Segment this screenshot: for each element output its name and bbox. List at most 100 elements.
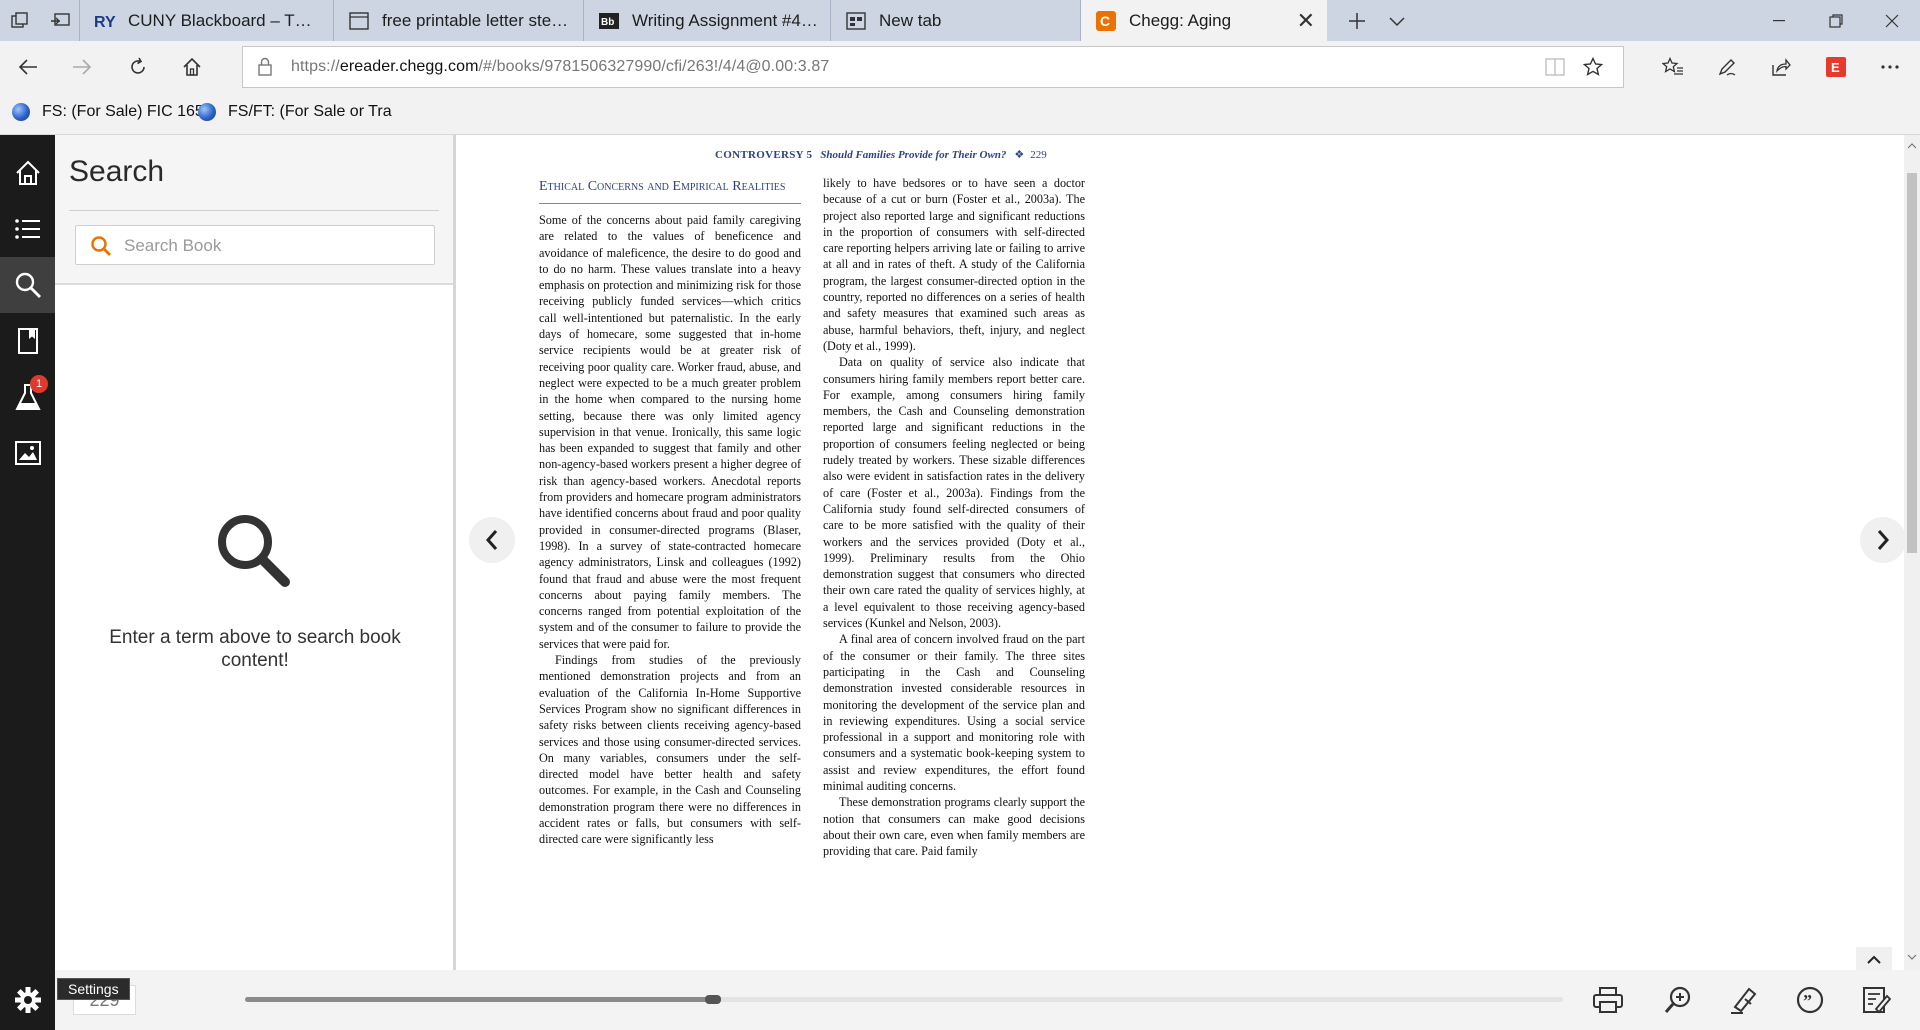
lock-icon[interactable]: [257, 57, 273, 82]
home-browser-icon[interactable]: [176, 51, 208, 83]
body-paragraph: Some of the concerns about paid family c…: [539, 213, 801, 651]
cuny-icon: RY: [94, 10, 116, 32]
tab-title: Writing Assignment #4 - Du: [632, 10, 818, 30]
reader-sidebar: 1: [0, 135, 55, 1030]
body-paragraph: Data on quality of service also indicate…: [823, 355, 1085, 631]
svg-text:C: C: [1100, 13, 1110, 29]
zoom-in-icon: [1664, 986, 1691, 1013]
scroll-down-arrow-icon[interactable]: [1904, 950, 1920, 964]
tab-title: New tab: [879, 10, 942, 30]
page-column-right: likely to have bedsores or to have seen …: [823, 175, 1085, 859]
favorites-bar: FS: (For Sale) FIC 165( FS/FT: (For Sale…: [0, 93, 1920, 135]
tab-title: Chegg: Aging: [1129, 10, 1232, 30]
tab-chegg-aging[interactable]: C Chegg: Aging ✕: [1081, 0, 1327, 41]
tab-title: free printable letter stencils: [382, 10, 571, 30]
highlighter-button[interactable]: [1726, 982, 1762, 1018]
svg-text:RY: RY: [94, 14, 116, 31]
running-head-controversy: CONTROVERSY 5: [715, 149, 813, 161]
search-panel-header: Search: [55, 135, 453, 285]
tab-cuny-blackboard[interactable]: RY CUNY Blackboard – The City: [80, 0, 334, 41]
scroll-up-arrow-icon[interactable]: [1904, 139, 1920, 153]
favorite-link[interactable]: FS/FT: (For Sale or Tra: [198, 103, 392, 121]
chegg-icon: C: [1095, 10, 1117, 32]
home-icon[interactable]: [0, 145, 55, 201]
chevron-right-icon: [1877, 530, 1890, 550]
running-head: CONTROVERSY 5 Should Families Provide for…: [715, 148, 1047, 161]
bookmark-icon[interactable]: [0, 313, 55, 369]
progress-handle[interactable]: [704, 995, 721, 1004]
set-aside-tabs-icon[interactable]: [40, 0, 80, 41]
close-tab-icon[interactable]: ✕: [1297, 8, 1315, 34]
notes-icon: [1863, 987, 1891, 1014]
large-search-icon: [213, 510, 293, 595]
share-icon[interactable]: [1765, 51, 1797, 83]
zoom-in-button[interactable]: [1660, 982, 1696, 1018]
vertical-scrollbar[interactable]: [1904, 135, 1920, 970]
progress-fill: [245, 997, 713, 1002]
url-scheme: https://: [291, 58, 340, 75]
gear-icon: [14, 987, 41, 1013]
tab-title: CUNY Blackboard – The City: [128, 10, 321, 30]
previous-page-button[interactable]: [469, 517, 515, 563]
url-text[interactable]: https://ereader.chegg.com/#/books/978150…: [291, 58, 829, 76]
quote-button[interactable]: ”: [1792, 982, 1828, 1018]
settings-button[interactable]: [0, 970, 55, 1030]
divider: [69, 210, 439, 211]
blackboard-icon: Bb: [598, 10, 620, 32]
tab-actions-icon[interactable]: [0, 0, 40, 41]
highlighter-icon: [1731, 987, 1757, 1014]
new-tab-icon[interactable]: [1337, 0, 1377, 41]
favorites-hub-icon[interactable]: [1657, 51, 1689, 83]
image-icon[interactable]: [0, 425, 55, 481]
close-window-icon[interactable]: [1864, 0, 1920, 41]
globe-icon: [12, 103, 30, 121]
flask-icon[interactable]: 1: [0, 369, 55, 425]
browser-navigation-bar: https://ereader.chegg.com/#/books/978150…: [0, 41, 1920, 93]
search-book-field[interactable]: [75, 225, 435, 265]
url-host: ereader.chegg.com: [339, 58, 479, 75]
quote-icon: ”: [1796, 986, 1824, 1014]
search-input[interactable]: [124, 234, 414, 258]
next-page-button[interactable]: [1860, 517, 1906, 563]
pen-web-note-icon[interactable]: [1711, 51, 1743, 83]
body-paragraph: Findings from studies of the previously …: [539, 653, 801, 847]
section-rule: [539, 203, 801, 204]
new-tab-page-icon: [845, 10, 867, 32]
minimize-icon[interactable]: [1752, 0, 1808, 41]
favorite-label: FS/FT: (For Sale or Tra: [228, 103, 392, 120]
search-icon[interactable]: [0, 257, 55, 313]
favorite-star-icon[interactable]: [1582, 56, 1604, 82]
restore-icon[interactable]: [1808, 0, 1864, 41]
chegg-extension-icon[interactable]: E: [1820, 51, 1852, 83]
page-icon: [348, 10, 370, 32]
scrollbar-thumb[interactable]: [1907, 173, 1917, 553]
chevron-left-icon: [485, 530, 498, 550]
notes-button[interactable]: [1858, 982, 1894, 1018]
body-paragraph: These demonstration programs clearly sup…: [823, 795, 1085, 859]
favorite-link[interactable]: FS: (For Sale) FIC 165(: [12, 103, 209, 121]
tab-preview-chevron-icon[interactable]: [1377, 0, 1417, 41]
reading-view-icon[interactable]: [1545, 58, 1565, 81]
tab-new-tab[interactable]: New tab: [831, 0, 1081, 41]
more-menu-icon[interactable]: [1874, 51, 1906, 83]
tab-letter-stencils[interactable]: free printable letter stencils: [334, 0, 584, 41]
svg-text:E: E: [1831, 60, 1840, 75]
search-panel-title: Search: [69, 155, 165, 188]
ornament-icon: ❖: [1014, 149, 1025, 161]
svg-text:Bb: Bb: [601, 17, 614, 28]
notification-badge: 1: [30, 375, 48, 393]
body-paragraph: likely to have bedsores or to have seen …: [823, 176, 1085, 353]
refresh-icon[interactable]: [122, 51, 154, 83]
forward-icon[interactable]: [66, 51, 98, 83]
reading-progress-slider[interactable]: [245, 995, 1563, 1004]
chevron-up-icon: [1867, 955, 1881, 964]
address-bar[interactable]: https://ereader.chegg.com/#/books/978150…: [242, 46, 1624, 88]
back-icon[interactable]: [12, 51, 44, 83]
toc-icon[interactable]: [0, 201, 55, 257]
favorite-label: FS: (For Sale) FIC 165(: [42, 103, 210, 120]
settings-tooltip: Settings: [57, 978, 130, 1000]
print-icon: [1593, 987, 1623, 1013]
section-heading: Ethical Concerns and Empirical Realities: [539, 179, 786, 194]
print-button[interactable]: [1590, 982, 1626, 1018]
tab-writing-assignment[interactable]: Bb Writing Assignment #4 - Du: [584, 0, 831, 41]
